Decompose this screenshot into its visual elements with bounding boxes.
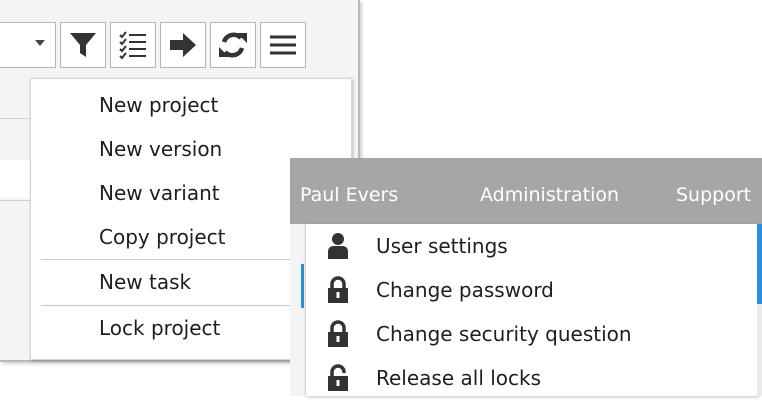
- chevron-down-icon: [35, 40, 45, 46]
- selection-indicator: [301, 264, 304, 308]
- menu-item-new-project[interactable]: New project: [31, 83, 351, 127]
- menu-item-user-settings[interactable]: User settings: [306, 224, 758, 268]
- checklist-button[interactable]: [110, 22, 156, 68]
- user-name-menu[interactable]: Paul Evers: [300, 158, 398, 224]
- administration-menu[interactable]: Administration: [480, 158, 619, 224]
- filter-button[interactable]: [60, 22, 106, 68]
- project-toolbar: [0, 12, 358, 72]
- menu-item-release-all-locks[interactable]: Release all locks: [306, 356, 758, 400]
- forward-button[interactable]: [160, 22, 206, 68]
- user-dropdown-menu: User settings Change password Change sec…: [305, 224, 758, 396]
- menu-item-change-security-question[interactable]: Change security question: [306, 312, 758, 356]
- hamburger-menu-icon: [270, 35, 296, 55]
- refresh-icon: [219, 32, 247, 58]
- table-row[interactable]: [0, 160, 30, 198]
- menu-item-label: Release all locks: [376, 366, 542, 390]
- arrow-right-icon: [170, 33, 196, 57]
- project-dropdown[interactable]: [0, 22, 56, 68]
- filter-icon: [70, 33, 96, 57]
- refresh-button[interactable]: [210, 22, 256, 68]
- menu-item-change-password[interactable]: Change password: [306, 268, 758, 312]
- menu-item-label: Change security question: [376, 322, 632, 346]
- background-panel-edge: [290, 224, 305, 396]
- lock-icon: [328, 276, 348, 303]
- lock-icon: [328, 320, 348, 347]
- menu-item-label: User settings: [376, 234, 508, 258]
- checklist-icon: [119, 31, 146, 60]
- menu-item-label: Change password: [376, 278, 554, 302]
- user-navigation-bar: Paul Evers Administration Support: [290, 158, 762, 224]
- support-menu[interactable]: Support: [676, 158, 751, 224]
- menu-button[interactable]: [260, 22, 306, 68]
- selection-indicator: [757, 224, 762, 304]
- unlock-icon: [328, 364, 348, 391]
- background-panel-edge: [757, 224, 762, 396]
- user-icon: [328, 233, 348, 259]
